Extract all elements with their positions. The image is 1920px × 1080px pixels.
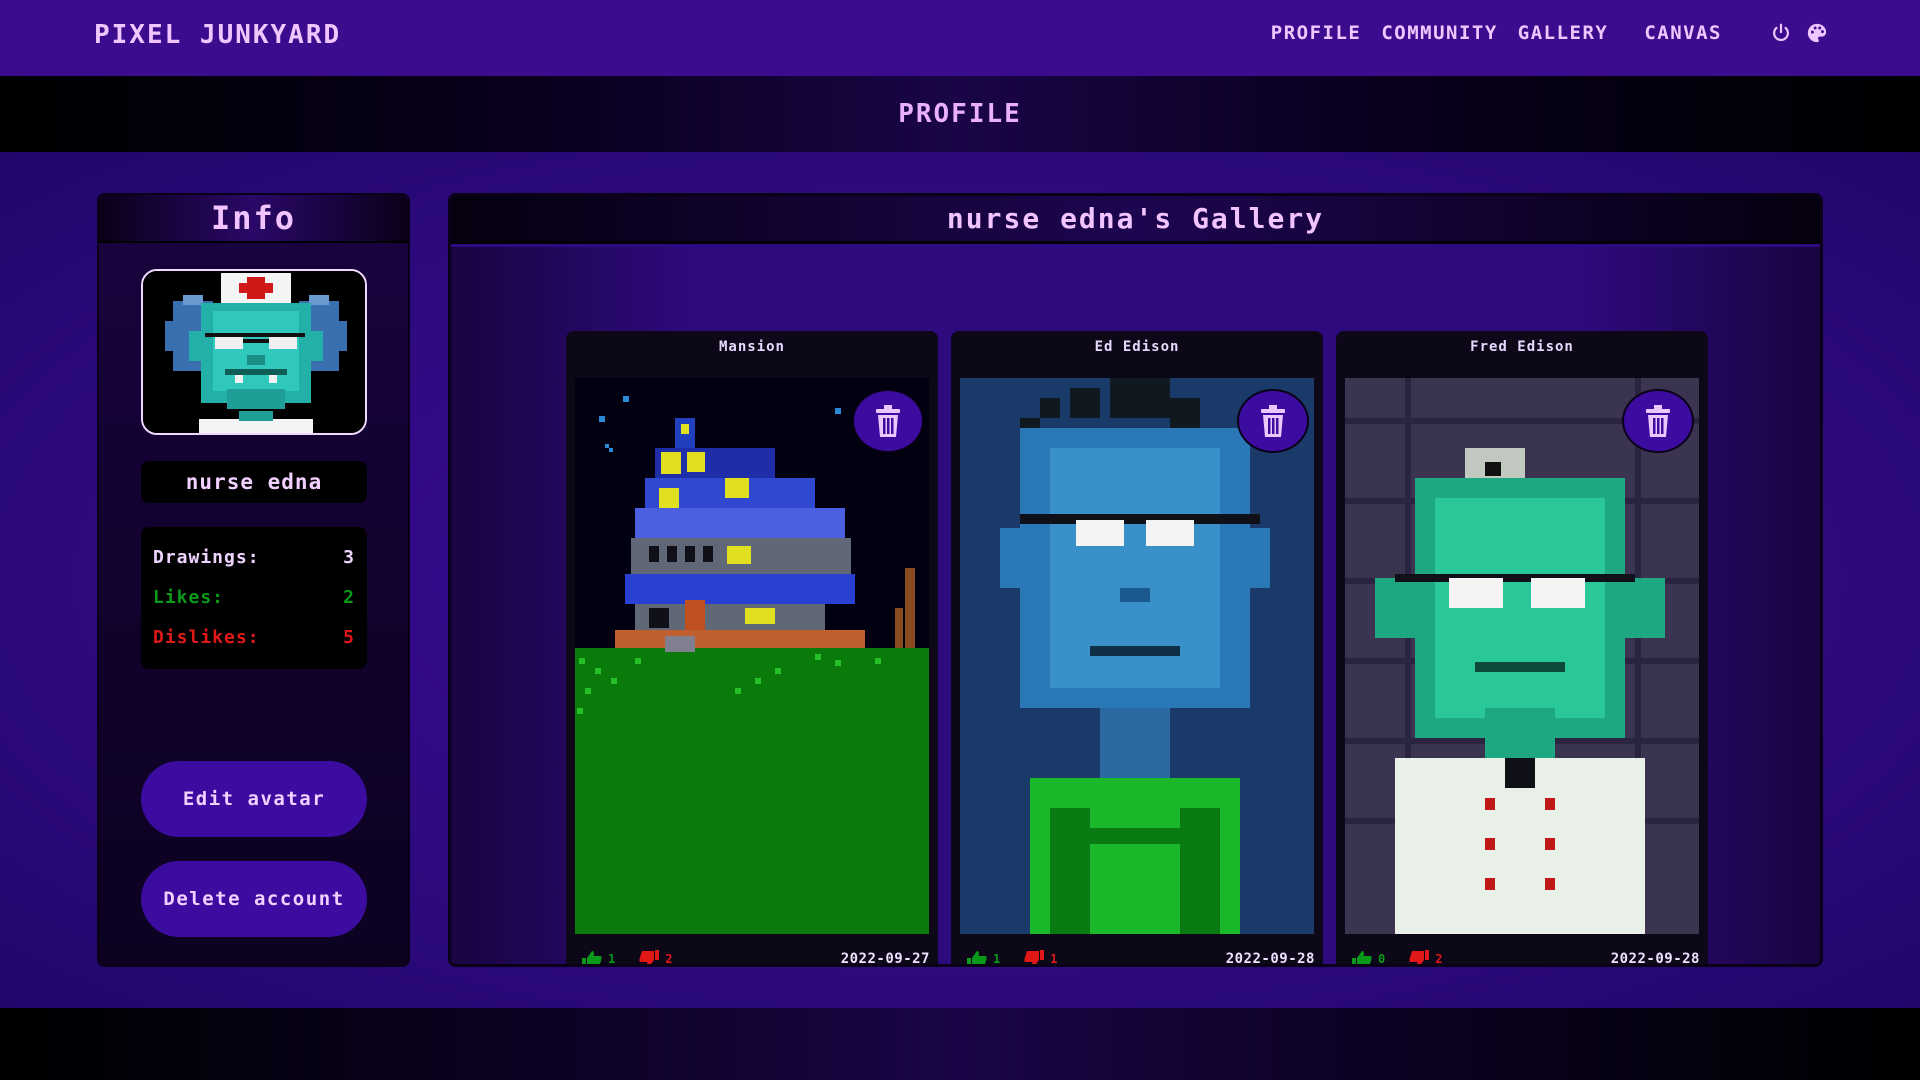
thumbs-up-icon (967, 951, 987, 964)
nurse-avatar-image (143, 271, 365, 433)
nav-link-community[interactable]: COMMUNITY (1381, 22, 1497, 44)
thumbs-down-icon (1409, 950, 1430, 964)
avatar (141, 269, 367, 435)
card-footer: 1 1 2022-09-28 (967, 949, 1315, 967)
drawing-card[interactable]: Mansion 1 2 2022-09-27 (566, 331, 938, 967)
thumbs-down-icon (1024, 950, 1045, 964)
like-count: 1 (993, 952, 1001, 966)
thumbs-up-icon (582, 951, 602, 964)
info-panel: Info nurse edna Drawings: 3 Likes: 2 Dis… (97, 193, 410, 967)
stats-box: Drawings: 3 Likes: 2 Dislikes: 5 (141, 527, 367, 669)
drawing-date: 2022-09-28 (1610, 951, 1700, 967)
info-title: Info (210, 199, 297, 237)
drawing-date: 2022-09-27 (840, 951, 930, 967)
drawing-title: Fred Edison (1470, 339, 1574, 355)
like-count: 1 (608, 952, 616, 966)
nav-link-profile[interactable]: PROFILE (1271, 22, 1362, 44)
info-header: Info (99, 195, 408, 243)
stat-dislikes: Dislikes: 5 (153, 617, 355, 657)
page-title-band: PROFILE (0, 76, 1920, 152)
drawing-card[interactable]: Fred Edison 0 2 2022-09-28 (1336, 331, 1708, 967)
drawing-image-fred-edison[interactable] (1345, 378, 1699, 934)
trash-icon (1646, 405, 1670, 437)
like-button[interactable]: 0 (1352, 950, 1386, 966)
drawing-title: Mansion (718, 339, 785, 355)
delete-drawing-button[interactable] (852, 389, 924, 453)
stat-value: 5 (343, 626, 355, 648)
username: nurse edna (185, 470, 323, 494)
delete-account-button[interactable]: Delete account (141, 861, 367, 937)
stat-label: Dislikes: (153, 626, 260, 648)
card-footer: 1 2 2022-09-27 (582, 949, 930, 967)
gallery-body: Mansion 1 2 2022-09-27 Ed Edison 1 1 202… (451, 247, 1820, 967)
dislike-button[interactable]: 1 (1024, 950, 1058, 966)
thumbs-down-icon (639, 950, 660, 964)
dislike-count: 2 (1435, 952, 1443, 966)
dislike-count: 1 (1050, 952, 1058, 966)
footer-band (0, 1008, 1920, 1080)
stat-drawings: Drawings: 3 (153, 537, 355, 577)
like-button[interactable]: 1 (582, 950, 616, 966)
edit-avatar-button[interactable]: Edit avatar (141, 761, 367, 837)
dislike-count: 2 (665, 952, 673, 966)
nav-link-canvas[interactable]: CANVAS (1644, 22, 1722, 44)
brand-logo[interactable]: PIXEL JUNKYARD (94, 20, 341, 50)
gallery-panel: nurse edna's Gallery Mansion 1 2 2022-09… (448, 193, 1823, 967)
card-footer: 0 2 2022-09-28 (1352, 949, 1700, 967)
stat-value: 3 (343, 546, 355, 568)
dislike-button[interactable]: 2 (1409, 950, 1443, 966)
dislike-button[interactable]: 2 (639, 950, 673, 966)
username-box: nurse edna (141, 461, 367, 503)
like-count: 0 (1378, 952, 1386, 966)
delete-drawing-button[interactable] (1622, 389, 1694, 453)
drawing-date: 2022-09-28 (1225, 951, 1315, 967)
nav-link-gallery[interactable]: GALLERY (1518, 22, 1609, 44)
trash-icon (876, 405, 900, 437)
top-navbar: PIXEL JUNKYARD PROFILE COMMUNITY GALLERY… (0, 0, 1920, 76)
like-button[interactable]: 1 (967, 950, 1001, 966)
trash-icon (1261, 405, 1285, 437)
delete-drawing-button[interactable] (1237, 389, 1309, 453)
stat-label: Drawings: (153, 546, 260, 568)
drawing-image-mansion[interactable] (575, 378, 929, 934)
thumbs-up-icon (1352, 951, 1372, 964)
drawing-card[interactable]: Ed Edison 1 1 2022-09-28 (951, 331, 1323, 967)
stat-label: Likes: (153, 586, 225, 608)
page-title: PROFILE (898, 99, 1022, 129)
stat-value: 2 (343, 586, 355, 608)
power-icon[interactable] (1770, 22, 1792, 44)
gallery-header: nurse edna's Gallery (451, 196, 1820, 244)
drawing-title: Ed Edison (1094, 339, 1180, 355)
gallery-title: nurse edna's Gallery (946, 202, 1325, 235)
stat-likes: Likes: 2 (153, 577, 355, 617)
drawing-image-ed-edison[interactable] (960, 378, 1314, 934)
nav-links: PROFILE COMMUNITY GALLERY CANVAS (1271, 22, 1828, 44)
palette-icon[interactable] (1806, 22, 1828, 44)
